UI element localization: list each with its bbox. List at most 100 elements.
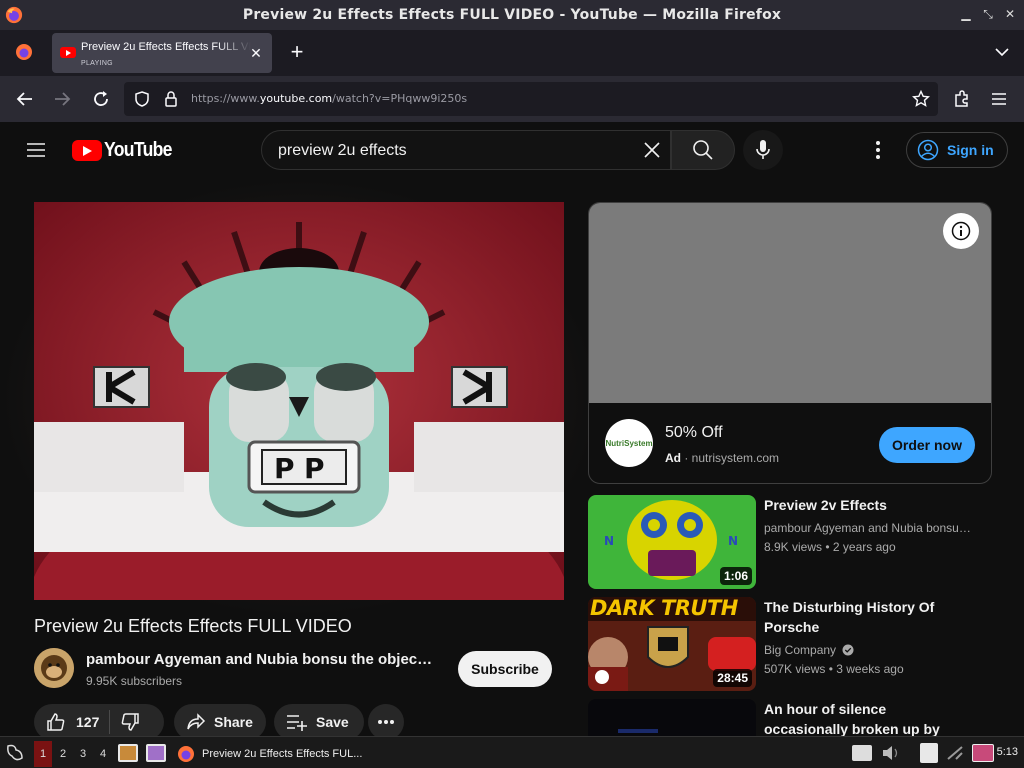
recommendation-title[interactable]: Preview 2v Effects [764,495,974,515]
file-manager-launcher-icon[interactable] [118,744,138,762]
more-actions-button[interactable] [368,704,404,740]
lock-icon[interactable] [164,91,178,107]
forward-button[interactable] [50,87,74,111]
minimize-icon[interactable]: ▁ [958,5,974,23]
sign-in-button[interactable]: Sign in [906,132,1008,168]
close-tab-icon[interactable]: ✕ [248,45,264,61]
channel-label: Big Company [764,643,837,657]
youtube-wordmark: YouTube [104,138,172,161]
puzzle-icon [955,90,968,107]
video-title: Preview 2u Effects Effects FULL VIDEO [34,616,352,636]
ad-label: Ad [665,451,681,465]
clock: 5:13 [996,746,1018,758]
monkey-avatar-image [34,648,74,688]
arrow-left-icon [16,92,32,106]
url-text[interactable]: https://www.youtube.com/watch?v=PHqww9i2… [191,92,467,105]
playlist-add-icon [287,715,307,731]
subscribe-button[interactable]: Subscribe [458,651,552,687]
share-label: Share [214,714,253,730]
bookmark-star-icon[interactable] [912,90,930,108]
subscriber-count: 9.95K subscribers [86,674,183,688]
start-menu-icon[interactable] [4,742,26,764]
clipboard-tray-icon[interactable] [920,743,938,763]
upload-age: 2 years ago [832,540,896,554]
youtube-play-logo-icon [72,139,102,161]
firefox-taskbar-icon [178,746,194,762]
window-title: Preview 2u Effects Effects FULL VIDEO - … [242,7,782,23]
tracking-shield-icon[interactable] [134,91,150,107]
like-count[interactable]: 127 [76,714,99,730]
clear-search-icon[interactable] [640,138,664,162]
workspace-1[interactable]: 1 [34,741,52,767]
thumbs-up-icon[interactable] [46,712,66,732]
recommendation-item[interactable]: An hour of silence occasionally broken u… [588,699,992,736]
tab-strip: Preview 2u Effects Effects FULL VIDEO - … [0,30,1024,76]
recommendation-title[interactable]: An hour of silence occasionally broken u… [764,699,974,736]
url-domain: youtube.com [259,92,333,105]
browser-tab-active[interactable]: Preview 2u Effects Effects FULL VIDEO - … [52,33,272,73]
channel-avatar[interactable] [34,648,74,688]
ad-headline: 50% Off [665,424,723,441]
recommendation-thumbnail[interactable] [588,699,756,736]
ad-media[interactable] [589,203,991,403]
voice-search-button[interactable] [743,130,783,170]
back-button[interactable] [13,87,37,111]
search-input[interactable] [278,140,628,162]
recommendation-title[interactable]: The Disturbing History Of Porsche [764,597,974,637]
search-button[interactable] [671,130,735,170]
ad-cta-button[interactable]: Order now [879,427,975,463]
new-tab-button[interactable]: + [286,41,308,64]
settings-more-button[interactable] [866,138,890,162]
volume-icon[interactable] [882,745,900,761]
restore-icon[interactable]: ⤡ [980,5,996,23]
share-button[interactable]: Share [174,704,266,740]
network-icon[interactable] [946,745,964,761]
extensions-button[interactable] [950,87,974,111]
chevron-down-icon[interactable] [994,44,1010,60]
workspace-2[interactable]: 2 [54,741,72,767]
tab-title: Preview 2u Effects Effects FULL VIDEO - … [81,41,251,53]
close-window-icon[interactable]: ✕ [1002,5,1018,23]
channel-name[interactable]: pambour Agyeman and Nubia bonsu the obje… [86,651,436,668]
thumbnail-glow [618,729,658,733]
search-box[interactable] [261,130,671,170]
recommendation-thumbnail[interactable]: DARK TRUTH 28:45 [588,597,756,691]
ad-info-button[interactable] [943,213,979,249]
ad-source: Ad · nutrisystem.com [665,451,780,465]
recommendation-thumbnail[interactable]: N N 1:06 [588,495,756,589]
advertiser-logo[interactable]: NutriSystem [605,419,653,467]
view-count: 507K views [764,662,826,676]
reload-icon [94,91,108,106]
recommendation-channel[interactable]: Big Company [764,643,974,657]
drive-tray-icon[interactable] [852,745,872,761]
taskbar-firefox-task[interactable]: Preview 2u Effects Effects FUL... [176,741,376,767]
youtube-logo[interactable]: YouTube [72,139,181,161]
workspace-3[interactable]: 3 [74,741,92,767]
like-dislike-group: 127 [34,704,164,740]
app-menu-button[interactable] [987,87,1011,111]
workspace-4[interactable]: 4 [94,741,112,767]
microphone-icon [756,140,770,159]
thumbs-down-icon[interactable] [120,712,140,732]
recommendation-meta: 8.9K views • 2 years ago [764,540,896,554]
save-button[interactable]: Save [274,704,364,740]
screenshot-tray-icon[interactable] [972,744,994,762]
reload-button[interactable] [89,87,113,111]
guide-menu-icon[interactable] [24,138,48,162]
search-icon [693,140,713,160]
recommendation-item[interactable]: N N 1:06 Preview 2v Effects pambour Agye… [588,495,992,589]
terminal-launcher-icon[interactable] [146,744,166,762]
video-duration: 28:45 [713,669,752,687]
url-bar[interactable]: https://www.youtube.com/watch?v=PHqww9i2… [124,82,938,116]
svg-text:P: P [274,452,295,485]
ad-card[interactable]: NutriSystem 50% Off Ad · nutrisystem.com… [588,202,992,484]
video-player[interactable]: P P [34,202,564,600]
verified-check-icon [842,644,854,656]
video-frame-image: P P [34,202,564,600]
recommendation-channel[interactable]: pambour Agyeman and Nubia bonsu the obje… [764,521,974,535]
firefox-view-icon[interactable] [14,42,34,62]
recommendation-item[interactable]: DARK TRUTH 28:45 The Disturbing History … [588,597,992,691]
youtube-masthead: YouTube Sign in [0,122,1024,178]
window-titlebar: Preview 2u Effects Effects FULL VIDEO - … [0,0,1024,30]
info-icon [951,221,971,241]
